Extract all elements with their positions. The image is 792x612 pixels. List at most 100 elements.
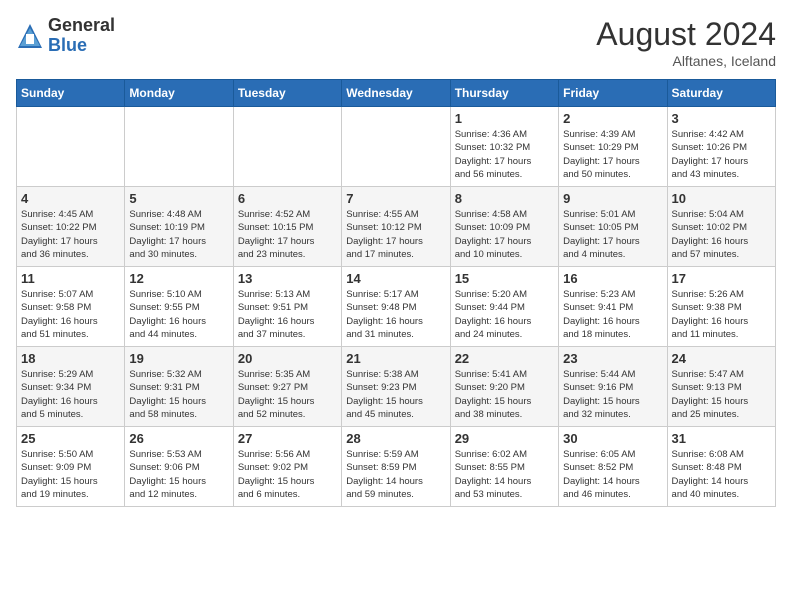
calendar-cell: 16Sunrise: 5:23 AM Sunset: 9:41 PM Dayli… [559,267,667,347]
calendar-cell [17,107,125,187]
day-number: 31 [672,431,771,446]
cell-info: Sunrise: 5:01 AM Sunset: 10:05 PM Daylig… [563,208,662,261]
cell-info: Sunrise: 6:02 AM Sunset: 8:55 PM Dayligh… [455,448,554,501]
cell-info: Sunrise: 5:20 AM Sunset: 9:44 PM Dayligh… [455,288,554,341]
cell-info: Sunrise: 4:58 AM Sunset: 10:09 PM Daylig… [455,208,554,261]
cell-info: Sunrise: 5:17 AM Sunset: 9:48 PM Dayligh… [346,288,445,341]
cell-info: Sunrise: 4:48 AM Sunset: 10:19 PM Daylig… [129,208,228,261]
calendar-cell: 15 Sunrise: 5:20 AM Sunset: 9:44 PM Dayli… [450,267,558,347]
calendar-cell: 22 Sunrise: 5:41 AM Sunset: 9:20 PM Dayli… [450,347,558,427]
cell-info: Sunrise: 4:42 AM Sunset: 10:26 PM Daylig… [672,128,771,181]
cell-info: Sunrise: 5:23 AM Sunset: 9:41 PM Dayligh… [563,288,662,341]
calendar-cell: 11Sunrise: 5:07 AM Sunset: 9:58 PM Dayli… [17,267,125,347]
day-number: 24 [672,351,771,366]
calendar-cell: 10Sunrise: 5:04 AM Sunset: 10:02 PM Dayl… [667,187,775,267]
cell-info: Sunrise: 5:50 AM Sunset: 9:09 PM Dayligh… [21,448,120,501]
day-number: 9 [563,191,662,206]
day-number: 21 [346,351,445,366]
calendar-cell: 24Sunrise: 5:47 AM Sunset: 9:13 PM Dayli… [667,347,775,427]
day-number: 6 [238,191,337,206]
calendar-cell: 25 Sunrise: 5:50 AM Sunset: 9:09 PM Dayli… [17,427,125,507]
cell-info: Sunrise: 5:35 AM Sunset: 9:27 PM Dayligh… [238,368,337,421]
calendar-cell: 31 Sunrise: 6:08 AM Sunset: 8:48 PM Dayli… [667,427,775,507]
cell-info: Sunrise: 6:08 AM Sunset: 8:48 PM Dayligh… [672,448,771,501]
calendar-cell: 28Sunrise: 5:59 AM Sunset: 8:59 PM Dayli… [342,427,450,507]
calendar-cell: 4 Sunrise: 4:45 AM Sunset: 10:22 PM Dayli… [17,187,125,267]
day-number: 23 [563,351,662,366]
day-number: 17 [672,271,771,286]
cell-info: Sunrise: 5:59 AM Sunset: 8:59 PM Dayligh… [346,448,445,501]
day-number: 8 [455,191,554,206]
day-number: 30 [563,431,662,446]
day-number: 4 [21,191,120,206]
day-header-saturday: Saturday [667,80,775,107]
cell-info: Sunrise: 5:53 AM Sunset: 9:06 PM Dayligh… [129,448,228,501]
calendar-cell: 19Sunrise: 5:32 AM Sunset: 9:31 PM Dayli… [125,347,233,427]
calendar-cell: 21 Sunrise: 5:38 AM Sunset: 9:23 PM Dayli… [342,347,450,427]
day-number: 19 [129,351,228,366]
calendar-body: 1 Sunrise: 4:36 AM Sunset: 10:32 PM Dayli… [17,107,776,507]
day-number: 13 [238,271,337,286]
day-number: 20 [238,351,337,366]
day-header-sunday: Sunday [17,80,125,107]
day-number: 27 [238,431,337,446]
cell-info: Sunrise: 4:39 AM Sunset: 10:29 PM Daylig… [563,128,662,181]
calendar-cell [125,107,233,187]
day-header-thursday: Thursday [450,80,558,107]
day-number: 12 [129,271,228,286]
location-subtitle: Alftanes, Iceland [596,53,776,69]
week-row-5: 25 Sunrise: 5:50 AM Sunset: 9:09 PM Dayli… [17,427,776,507]
day-number: 1 [455,111,554,126]
day-number: 26 [129,431,228,446]
title-block: August 2024 Alftanes, Iceland [596,16,776,69]
day-headers-row: SundayMondayTuesdayWednesdayThursdayFrid… [17,80,776,107]
calendar-cell: 23 Sunrise: 5:44 AM Sunset: 9:16 PM Dayli… [559,347,667,427]
calendar-cell: 12 Sunrise: 5:10 AM Sunset: 9:55 PM Dayli… [125,267,233,347]
cell-info: Sunrise: 5:44 AM Sunset: 9:16 PM Dayligh… [563,368,662,421]
calendar-cell [233,107,341,187]
cell-info: Sunrise: 5:41 AM Sunset: 9:20 PM Dayligh… [455,368,554,421]
day-number: 25 [21,431,120,446]
week-row-4: 18 Sunrise: 5:29 AM Sunset: 9:34 PM Dayli… [17,347,776,427]
day-header-tuesday: Tuesday [233,80,341,107]
cell-info: Sunrise: 5:29 AM Sunset: 9:34 PM Dayligh… [21,368,120,421]
calendar-cell: 13 Sunrise: 5:13 AM Sunset: 9:51 PM Dayli… [233,267,341,347]
calendar-header: SundayMondayTuesdayWednesdayThursdayFrid… [17,80,776,107]
calendar-cell: 8 Sunrise: 4:58 AM Sunset: 10:09 PM Dayli… [450,187,558,267]
calendar-cell: 1 Sunrise: 4:36 AM Sunset: 10:32 PM Dayli… [450,107,558,187]
calendar-cell: 18 Sunrise: 5:29 AM Sunset: 9:34 PM Dayli… [17,347,125,427]
day-number: 10 [672,191,771,206]
day-number: 15 [455,271,554,286]
week-row-1: 1 Sunrise: 4:36 AM Sunset: 10:32 PM Dayli… [17,107,776,187]
cell-info: Sunrise: 5:13 AM Sunset: 9:51 PM Dayligh… [238,288,337,341]
day-number: 18 [21,351,120,366]
logo-icon [16,22,44,50]
cell-info: Sunrise: 5:38 AM Sunset: 9:23 PM Dayligh… [346,368,445,421]
cell-info: Sunrise: 6:05 AM Sunset: 8:52 PM Dayligh… [563,448,662,501]
calendar-cell: 29Sunrise: 6:02 AM Sunset: 8:55 PM Dayli… [450,427,558,507]
day-number: 3 [672,111,771,126]
calendar-cell: 27Sunrise: 5:56 AM Sunset: 9:02 PM Dayli… [233,427,341,507]
week-row-3: 11Sunrise: 5:07 AM Sunset: 9:58 PM Dayli… [17,267,776,347]
day-number: 22 [455,351,554,366]
cell-info: Sunrise: 5:10 AM Sunset: 9:55 PM Dayligh… [129,288,228,341]
logo-general-text: General [48,15,115,35]
calendar-table: SundayMondayTuesdayWednesdayThursdayFrid… [16,79,776,507]
day-header-monday: Monday [125,80,233,107]
calendar-cell: 17 Sunrise: 5:26 AM Sunset: 9:38 PM Dayli… [667,267,775,347]
logo: General Blue [16,16,115,56]
cell-info: Sunrise: 4:45 AM Sunset: 10:22 PM Daylig… [21,208,120,261]
cell-info: Sunrise: 5:26 AM Sunset: 9:38 PM Dayligh… [672,288,771,341]
calendar-cell [342,107,450,187]
cell-info: Sunrise: 5:07 AM Sunset: 9:58 PM Dayligh… [21,288,120,341]
month-year-title: August 2024 [596,16,776,53]
calendar-cell: 14Sunrise: 5:17 AM Sunset: 9:48 PM Dayli… [342,267,450,347]
day-number: 7 [346,191,445,206]
cell-info: Sunrise: 4:55 AM Sunset: 10:12 PM Daylig… [346,208,445,261]
calendar-cell: 7 Sunrise: 4:55 AM Sunset: 10:12 PM Dayli… [342,187,450,267]
calendar-cell: 6Sunrise: 4:52 AM Sunset: 10:15 PM Dayli… [233,187,341,267]
page-header: General Blue August 2024 Alftanes, Icela… [16,16,776,69]
day-header-wednesday: Wednesday [342,80,450,107]
day-number: 2 [563,111,662,126]
cell-info: Sunrise: 4:36 AM Sunset: 10:32 PM Daylig… [455,128,554,181]
